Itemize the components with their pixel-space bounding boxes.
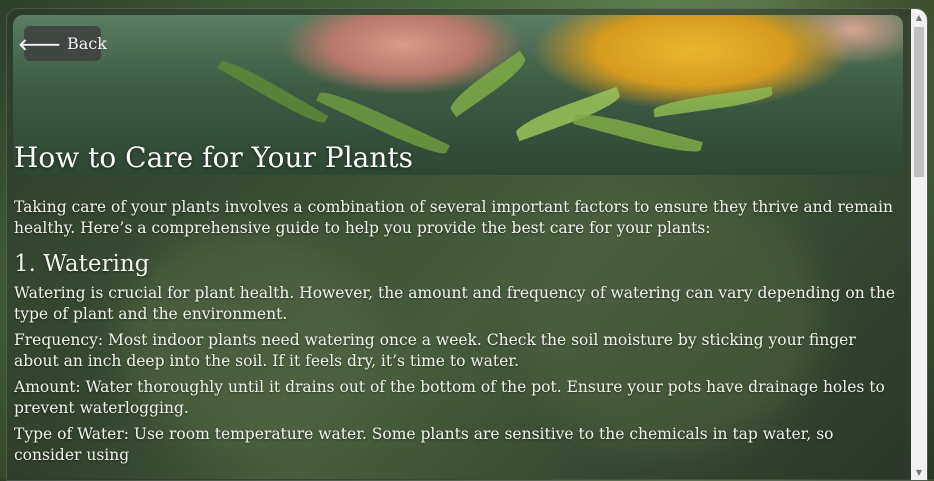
leaf-shape (445, 50, 531, 118)
leaf-shape (573, 108, 703, 158)
scroll-up-arrow-icon[interactable]: ▲ (911, 9, 927, 25)
back-button-label: Back (66, 34, 107, 53)
article-panel: 🡐 Back How to Care for Your Plants Takin… (6, 8, 928, 481)
scrollbar-thumb[interactable] (914, 27, 924, 177)
back-button[interactable]: 🡐 Back (18, 26, 107, 61)
article-body: Taking care of your plants involves a co… (14, 197, 904, 471)
scroll-area[interactable]: 🡐 Back How to Care for Your Plants Takin… (7, 9, 911, 480)
vertical-scrollbar[interactable]: ▲ ▼ (911, 9, 927, 480)
section-paragraph: Watering is crucial for plant health. Ho… (14, 284, 896, 323)
page-title: How to Care for Your Plants (14, 141, 413, 174)
section-paragraph: Amount: Water thoroughly until it drains… (14, 378, 885, 417)
section-paragraph: Type of Water: Use room temperature wate… (14, 425, 834, 464)
leaf-shape (513, 86, 623, 142)
section-heading: 1. Watering (14, 251, 150, 277)
leaf-shape (217, 55, 329, 129)
arrow-left-icon: 🡐 (18, 34, 61, 54)
leaf-shape (652, 86, 774, 118)
scroll-down-arrow-icon[interactable]: ▼ (911, 464, 927, 480)
section-paragraph: Frequency: Most indoor plants need water… (14, 331, 856, 370)
intro-paragraph: Taking care of your plants involves a co… (14, 198, 893, 237)
